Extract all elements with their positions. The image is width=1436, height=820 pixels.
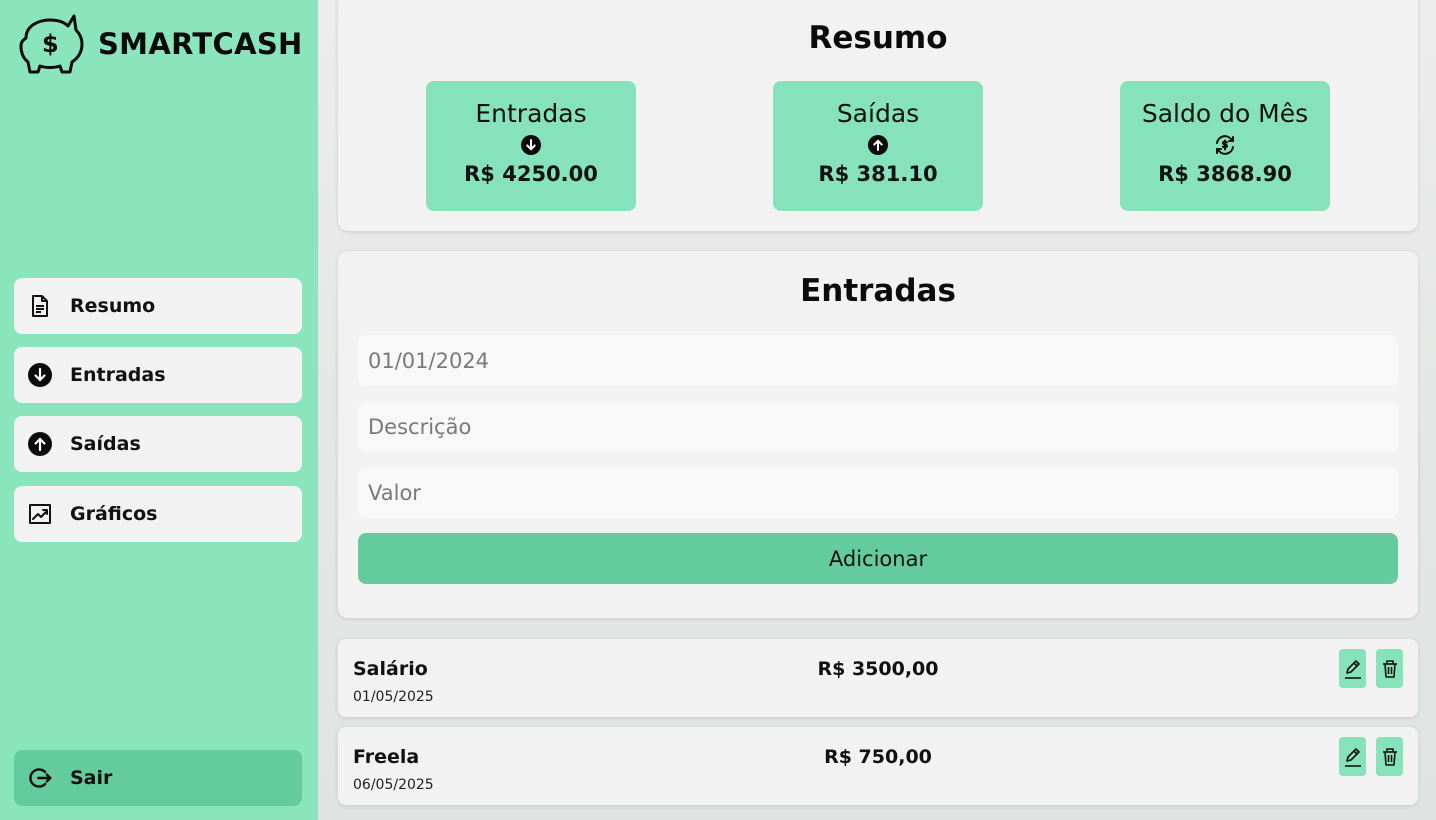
summary-card-label: Saldo do Mês bbox=[1141, 99, 1309, 128]
date-input[interactable] bbox=[358, 335, 1398, 386]
svg-text:$: $ bbox=[42, 30, 59, 58]
sidebar-item-graficos[interactable]: Gráficos bbox=[14, 486, 302, 542]
resumo-panel: Resumo Entradas R$ 4250.00 Saídas R$ 381… bbox=[338, 0, 1418, 231]
arrow-down-circle-icon bbox=[28, 363, 52, 387]
trash-icon bbox=[1382, 747, 1397, 766]
summary-card-value: R$ 3868.90 bbox=[1158, 162, 1292, 186]
transaction-value: R$ 3500,00 bbox=[817, 658, 939, 680]
summary-card-entradas: Entradas R$ 4250.00 bbox=[426, 81, 636, 211]
transaction-row: Salário 01/05/2025 R$ 3500,00 bbox=[338, 639, 1418, 717]
value-input[interactable] bbox=[358, 467, 1398, 518]
arrow-down-circle-icon bbox=[426, 132, 636, 158]
summary-card-saldo: Saldo do Mês R$ 3868.90 bbox=[1120, 81, 1330, 211]
piggy-bank-icon: $ bbox=[19, 14, 84, 74]
sidebar-item-label: Saídas bbox=[70, 433, 141, 455]
delete-button[interactable] bbox=[1376, 649, 1403, 688]
sidebar-item-resumo[interactable]: Resumo bbox=[14, 278, 302, 334]
delete-button[interactable] bbox=[1376, 737, 1403, 776]
transaction-date: 06/05/2025 bbox=[353, 777, 434, 793]
app-name: SMARTCASH bbox=[98, 27, 303, 61]
document-icon bbox=[28, 294, 52, 318]
arrow-up-circle-icon bbox=[28, 432, 52, 456]
chart-line-icon bbox=[28, 502, 52, 526]
money-cycle-icon bbox=[1120, 132, 1330, 158]
transaction-value: R$ 750,00 bbox=[824, 746, 932, 768]
description-input[interactable] bbox=[358, 401, 1398, 452]
logout-button[interactable]: Sair bbox=[14, 750, 302, 806]
pencil-icon bbox=[1344, 659, 1361, 679]
summary-card-label: Saídas bbox=[836, 99, 920, 128]
entradas-title: Entradas bbox=[800, 273, 956, 309]
entradas-panel: Entradas Adicionar bbox=[338, 251, 1418, 618]
resumo-title: Resumo bbox=[808, 20, 948, 56]
summary-card-saidas: Saídas R$ 381.10 bbox=[773, 81, 983, 211]
edit-button[interactable] bbox=[1339, 649, 1366, 688]
arrow-up-circle-icon bbox=[773, 132, 983, 158]
summary-card-value: R$ 381.10 bbox=[818, 162, 938, 186]
app-logo: $ SMARTCASH bbox=[18, 12, 303, 76]
sidebar-item-entradas[interactable]: Entradas bbox=[14, 347, 302, 403]
logout-label: Sair bbox=[70, 767, 113, 789]
summary-card-label: Entradas bbox=[475, 99, 587, 128]
transaction-date: 01/05/2025 bbox=[353, 689, 434, 705]
summary-card-value: R$ 4250.00 bbox=[464, 162, 598, 186]
sidebar-item-label: Resumo bbox=[70, 295, 156, 317]
sidebar-item-saidas[interactable]: Saídas bbox=[14, 416, 302, 472]
sidebar-item-label: Entradas bbox=[70, 364, 166, 386]
sidebar: $ SMARTCASH Resumo Entradas Saídas Gráfi… bbox=[0, 0, 318, 820]
add-button[interactable]: Adicionar bbox=[358, 533, 1398, 584]
transaction-row: Freela 06/05/2025 R$ 750,00 bbox=[338, 727, 1418, 805]
logout-icon bbox=[28, 766, 52, 790]
pencil-icon bbox=[1344, 747, 1361, 767]
sidebar-item-label: Gráficos bbox=[70, 503, 158, 525]
trash-icon bbox=[1382, 659, 1397, 678]
edit-button[interactable] bbox=[1339, 737, 1366, 776]
